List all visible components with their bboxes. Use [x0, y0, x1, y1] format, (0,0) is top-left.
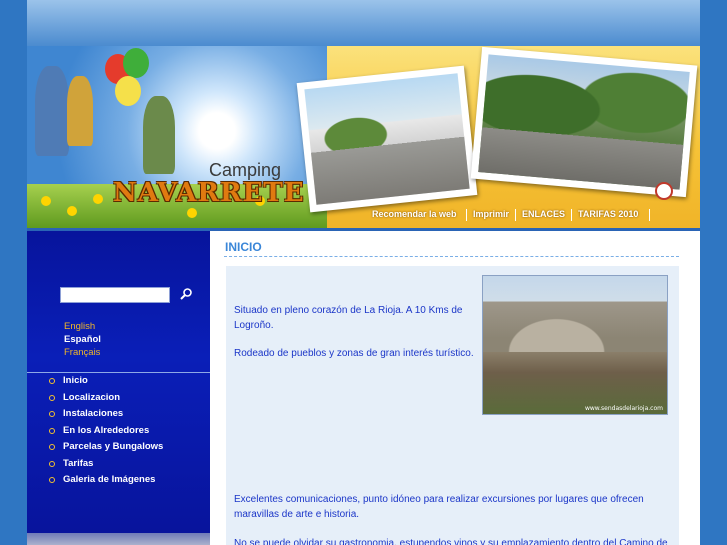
main-content: INICIO Situado en pleno corazón de La Ri… [210, 231, 700, 545]
page-title: INICIO [225, 240, 262, 254]
sidebar-item-label: Instalaciones [63, 408, 124, 419]
sidebar-item-label: En los Alrededores [63, 424, 150, 436]
page-side-background-right [700, 0, 727, 545]
page-side-background-left [0, 0, 27, 545]
bullet-icon [49, 477, 55, 483]
title-underline [224, 256, 679, 257]
sidebar-item-label: Localizacion [63, 391, 121, 403]
content-panel: Situado en pleno corazón de La Rioja. A … [226, 266, 679, 545]
page-container: Camping NAVARRETE Recomendar la web Impr… [27, 0, 700, 545]
bullet-icon [49, 444, 55, 450]
nav-separator [466, 209, 467, 221]
nav-separator [515, 209, 516, 221]
balloon-icon [123, 48, 149, 78]
sidebar-item-label: Galeria de Imágenes [63, 474, 156, 485]
nav-link-rates[interactable]: TARIFAS 2010 [578, 209, 638, 219]
nav-separator [571, 209, 572, 221]
bullet-icon [49, 378, 55, 384]
paragraph-location-cont: Logroño. [234, 320, 274, 331]
sidebar-item-parcelas[interactable]: Parcelas y Bungalows [49, 440, 163, 457]
location-badge-icon [655, 182, 673, 200]
sidebar-item-alrededores[interactable]: En los Alrededores [49, 424, 163, 441]
top-nav: Recomendar la web Imprimir ENLACES TARIF… [27, 209, 700, 227]
family-figure [35, 66, 69, 156]
flower-icon [41, 196, 51, 206]
header-banner: Camping NAVARRETE Recomendar la web Impr… [27, 46, 700, 228]
search-icon [180, 288, 192, 300]
bullet-icon [49, 394, 55, 401]
paragraph-location: Situado en pleno corazón de La Rioja. A … [234, 305, 463, 316]
banner-photo-campsite [296, 65, 478, 213]
search-input[interactable] [60, 287, 170, 303]
bullet-icon [49, 411, 55, 417]
search-button[interactable] [178, 287, 194, 303]
sidebar-item-galeria[interactable]: Galeria de Imágenes [49, 473, 163, 490]
flower-icon [93, 194, 103, 204]
sidebar-item-localizacion[interactable]: Localizacion [49, 391, 163, 408]
sidebar-item-label: Tarifas [63, 457, 94, 469]
sidebar-footer-image [27, 533, 210, 545]
bullet-icon [49, 460, 55, 467]
language-english[interactable]: English [64, 320, 101, 333]
paragraph-communications: Excelentes comunicaciones, punto idóneo … [234, 494, 644, 505]
language-french[interactable]: Français [64, 346, 101, 359]
family-figure [67, 76, 93, 146]
nav-link-links[interactable]: ENLACES [522, 209, 565, 219]
sidebar-item-label: Parcelas y Bungalows [63, 441, 164, 452]
sidebar: English Español Français Inicio Localiza… [27, 231, 210, 545]
brand-name: NAVARRETE [113, 178, 305, 208]
family-figure [143, 96, 175, 174]
sidebar-item-instalaciones[interactable]: Instalaciones [49, 407, 163, 424]
nav-separator [649, 209, 650, 221]
sidebar-item-tarifas[interactable]: Tarifas [49, 457, 163, 474]
nav-link-print[interactable]: Imprimir [473, 209, 509, 219]
nav-link-recommend[interactable]: Recomendar la web [372, 209, 457, 219]
banner-photo-entrance [470, 46, 698, 198]
paragraph-surroundings: Rodeado de pueblos y zonas de gran inter… [234, 348, 474, 359]
paragraph-communications-cont: maravillas de arte e historia. [234, 509, 360, 520]
sidebar-menu: Inicio Localizacion Instalaciones En los… [49, 374, 163, 490]
paragraph-gastronomy: No se puede olvidar su gastronomia, estu… [234, 538, 668, 545]
landscape-photo: www.sendasdelarioja.com [482, 275, 668, 415]
photo-credit: www.sendasdelarioja.com [584, 405, 663, 412]
sidebar-item-inicio[interactable]: Inicio [49, 374, 163, 391]
balloon-icon [115, 76, 141, 106]
bullet-icon [49, 427, 55, 434]
top-band [27, 0, 700, 46]
language-selector: English Español Français [64, 320, 101, 359]
language-spanish[interactable]: Español [64, 333, 101, 346]
sidebar-item-label: Inicio [63, 375, 88, 386]
sidebar-divider [27, 372, 210, 373]
